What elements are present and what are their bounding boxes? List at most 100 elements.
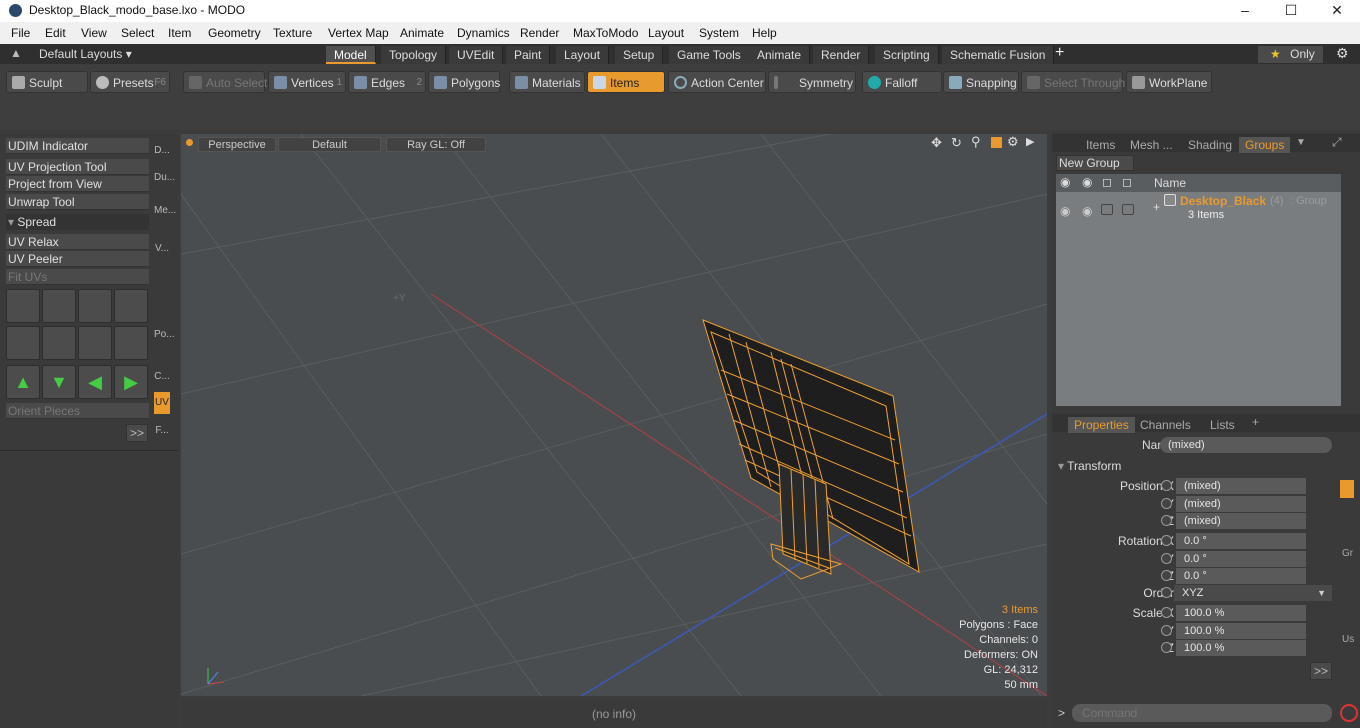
scale-z-field[interactable]: 100.0 % [1176,640,1306,656]
order-anim-dot[interactable] [1161,587,1172,598]
position-x-field[interactable]: (mixed) [1176,478,1306,494]
lock-icon[interactable]: ◻ [1102,175,1112,189]
new-group-button[interactable]: New Group [1056,155,1134,171]
position-z-anim-dot[interactable] [1161,515,1172,526]
viewport-dot-icon[interactable] [186,139,193,146]
uv-cube-icon[interactable] [114,289,148,323]
polygons-button[interactable]: Polygons [428,71,500,93]
items-button[interactable]: Items [587,71,665,93]
position-y-anim-dot[interactable] [1161,498,1172,509]
menu-edit[interactable]: Edit [45,26,66,40]
tab-items[interactable]: Items [1080,137,1121,153]
shading-dropdown[interactable]: Default [278,137,381,152]
tab-menu-icon[interactable]: ▼ [1296,137,1306,148]
uv-sphere-icon[interactable] [114,326,148,360]
only-toggle[interactable]: ★ Only [1258,46,1323,63]
menu-render[interactable]: Render [520,26,559,40]
arrow-left-icon[interactable]: ◀ [78,365,112,399]
snapping-button[interactable]: Snapping [943,71,1019,93]
menu-animate[interactable]: Animate [400,26,444,40]
tab-lists[interactable]: Lists [1204,417,1241,433]
menu-texture[interactable]: Texture [273,26,312,40]
row-eye-icon[interactable]: ◉ [1060,204,1070,218]
select-icon[interactable]: ◻ [1122,175,1132,189]
props-side-tab-gr[interactable]: Gr [1342,548,1353,559]
vtab-d[interactable]: D... [154,138,170,164]
expand-plus-icon[interactable]: + [1153,200,1160,214]
uv-planar-icon[interactable] [42,326,76,360]
vtab-me[interactable]: Me... [154,196,176,226]
arrow-right-icon[interactable]: ▶ [114,365,148,399]
expand-panel-icon[interactable]: ⤢ [1332,135,1342,150]
tab-groups[interactable]: Groups [1239,137,1291,153]
rotation-z-field[interactable]: 0.0 ° [1176,568,1306,584]
visibility-eye-icon[interactable]: ◉ [1060,175,1070,189]
desktop-black-wireframe[interactable] [702,319,920,580]
uv-relax-button[interactable]: UV Relax [6,234,149,250]
menu-vertex-map[interactable]: Vertex Map [328,26,389,40]
position-y-field[interactable]: (mixed) [1176,496,1306,512]
raygl-toggle[interactable]: Ray GL: Off [386,137,486,152]
menu-dynamics[interactable]: Dynamics [457,26,510,40]
tab-schematic-fusion[interactable]: Schematic Fusion [942,46,1055,64]
tab-uvedit[interactable]: UVEdit [449,46,504,64]
uv-rotate-icon[interactable] [42,289,76,323]
vtab-c[interactable]: C... [154,364,170,390]
menu-file[interactable]: File [11,26,30,40]
row-select-checkbox[interactable] [1122,204,1134,215]
vtab-du[interactable]: Du... [154,166,175,190]
close-button[interactable]: ✕ [1314,0,1360,22]
default-layouts-dropdown[interactable]: Default Layouts ▾ [39,47,132,61]
vtab-uv[interactable]: UV [154,392,170,414]
tab-shading[interactable]: Shading [1182,137,1238,153]
record-icon[interactable] [1340,704,1358,722]
tab-game-tools[interactable]: Game Tools [669,46,750,64]
scale-y-field[interactable]: 100.0 % [1176,623,1306,639]
rotate-view-icon[interactable]: ↻ [951,135,962,151]
vtab-f[interactable]: F... [154,418,170,444]
layout-arrow-icon[interactable]: ▲ [10,46,22,60]
falloff-button[interactable]: Falloff [862,71,942,93]
arrow-up-icon[interactable]: ▲ [6,365,40,399]
scale-x-field[interactable]: 100.0 % [1176,605,1306,621]
tab-properties[interactable]: Properties [1068,417,1135,433]
position-z-field[interactable]: (mixed) [1176,513,1306,529]
udim-indicator-button[interactable]: UDIM Indicator [6,138,149,154]
workplane-button[interactable]: WorkPlane [1126,71,1212,93]
menu-maxtomodo[interactable]: MaxToModo [573,26,638,40]
project-from-view-button[interactable]: Project from View [6,176,149,192]
presets-button[interactable]: Presets F6 [90,71,170,93]
tab-mesh[interactable]: Mesh ... [1124,137,1179,153]
rotation-y-anim-dot[interactable] [1161,553,1172,564]
3d-viewport[interactable]: +Y [181,134,1047,696]
materials-button[interactable]: Materials [509,71,585,93]
pan-icon[interactable]: ✥ [931,135,942,151]
menu-view[interactable]: View [81,26,107,40]
props-more-button[interactable]: >> [1310,662,1332,680]
command-input[interactable] [1072,704,1332,722]
uv-transform-icon[interactable] [6,289,40,323]
menu-geometry[interactable]: Geometry [208,26,261,40]
uv-projection-tool-button[interactable]: UV Projection Tool [6,159,149,175]
scale-y-anim-dot[interactable] [1161,625,1172,636]
viewport-settings-icon[interactable]: ⚙ [1007,134,1019,150]
tab-animate[interactable]: Animate [749,46,811,64]
row-lock-checkbox[interactable] [1101,204,1113,215]
edges-button[interactable]: Edges 2 [348,71,426,93]
gear-icon[interactable]: ⚙ [1336,45,1349,62]
rotation-y-field[interactable]: 0.0 ° [1176,551,1306,567]
tab-layout[interactable]: Layout [556,46,610,64]
sculpt-button[interactable]: Sculpt [6,71,88,93]
menu-layout[interactable]: Layout [648,26,684,40]
props-side-tab-active[interactable] [1340,480,1354,498]
render-icon[interactable]: ◉ [1082,175,1092,189]
auto-select-button[interactable]: Auto Select [183,71,267,93]
transform-section[interactable]: ▾ Transform [1058,459,1121,473]
unwrap-tool-button[interactable]: Unwrap Tool [6,194,149,210]
add-props-tab-icon[interactable]: + [1252,415,1259,429]
rotation-x-anim-dot[interactable] [1161,535,1172,546]
perspective-dropdown[interactable]: Perspective [198,137,276,152]
scale-z-anim-dot[interactable] [1161,642,1172,653]
tab-setup[interactable]: Setup [615,46,664,64]
uv-box-map-icon[interactable] [6,326,40,360]
